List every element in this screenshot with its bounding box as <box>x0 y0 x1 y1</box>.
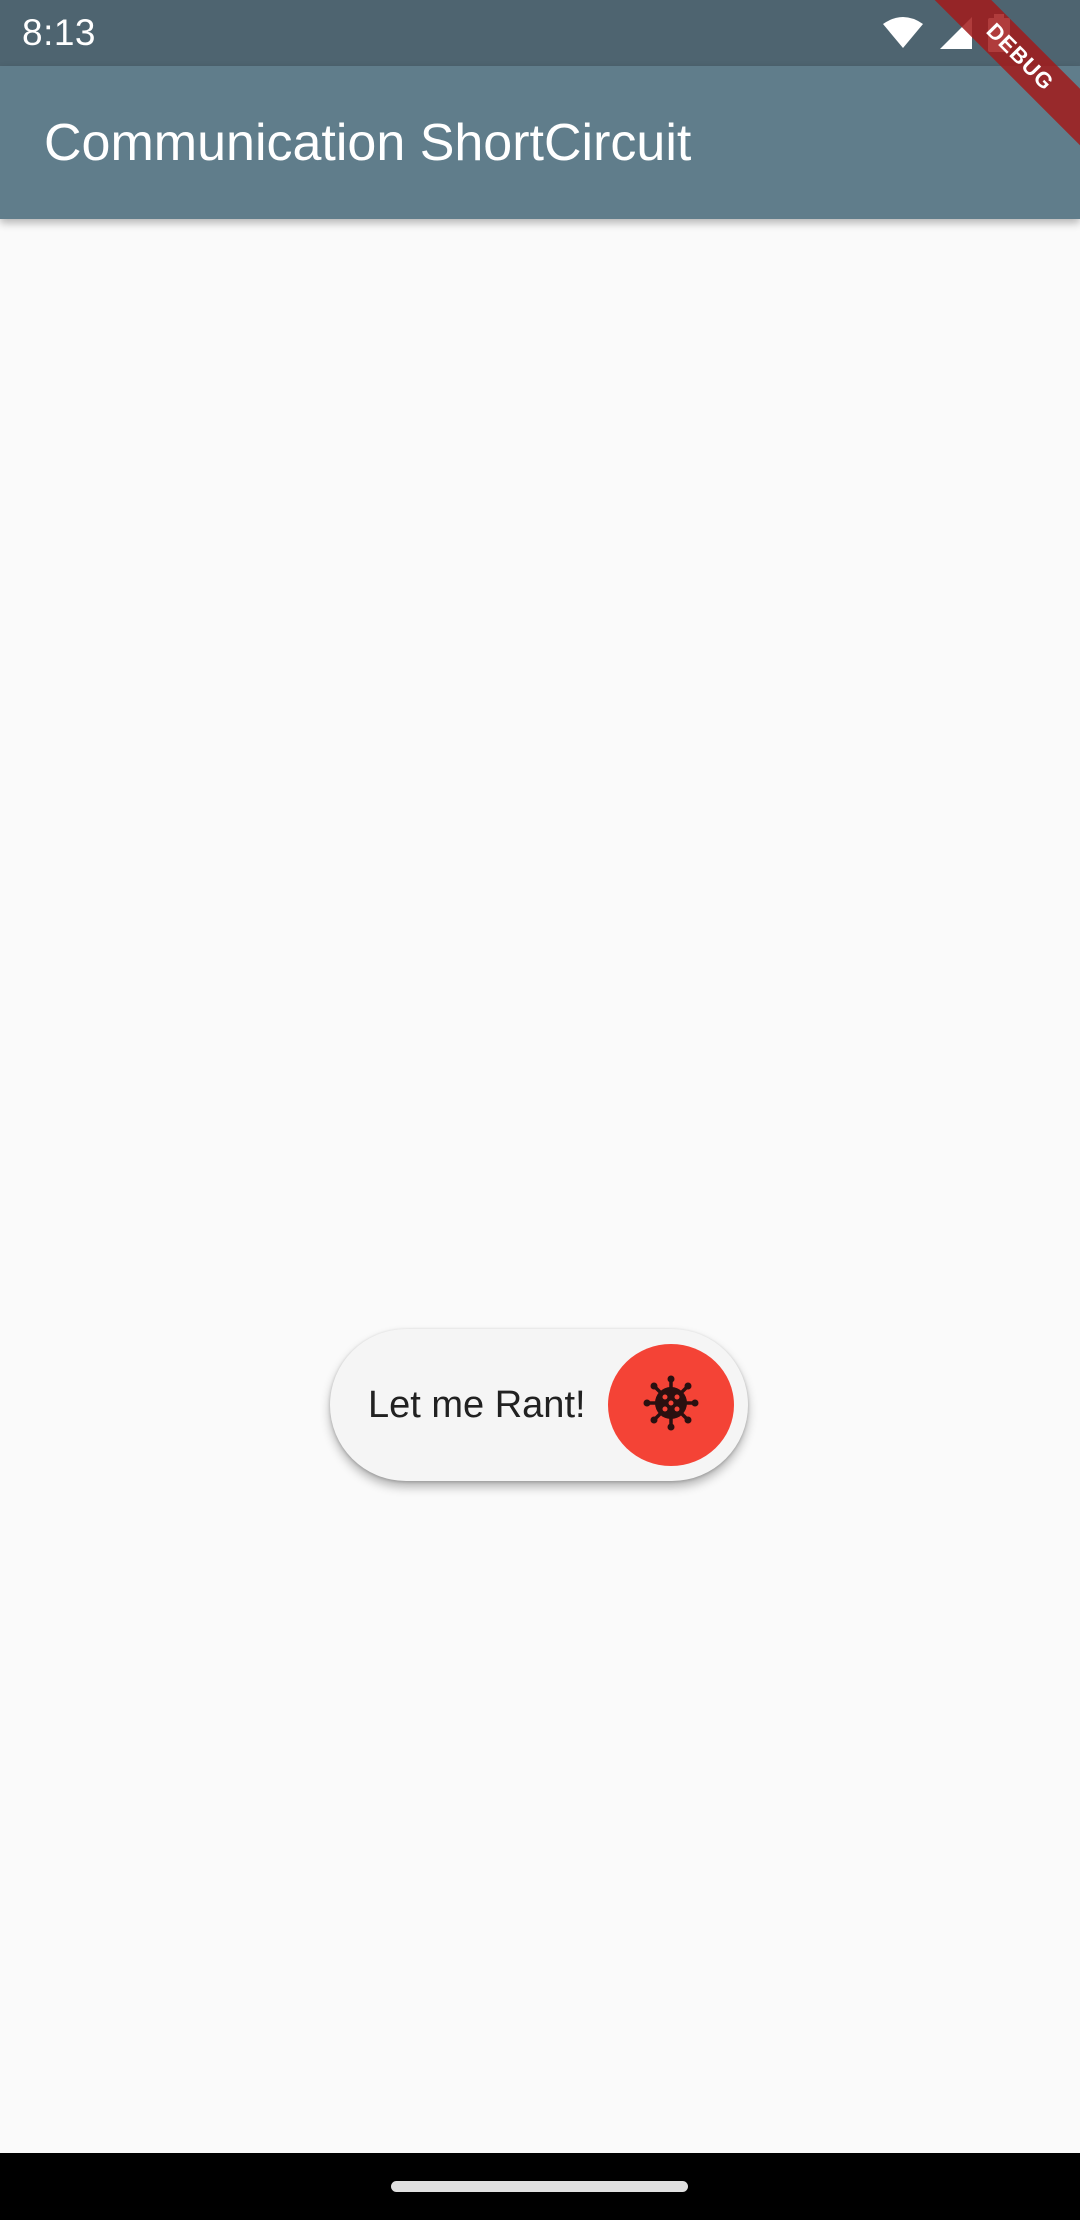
let-me-rant-button[interactable]: Let me Rant! <box>330 1329 748 1481</box>
let-me-rant-label: Let me Rant! <box>368 1384 586 1426</box>
battery-icon <box>988 14 1010 52</box>
app-title: Communication ShortCircuit <box>44 114 692 172</box>
status-bar: 8:13 <box>0 0 1080 66</box>
app-bar: Communication ShortCircuit <box>0 66 1080 219</box>
wifi-icon <box>882 16 924 50</box>
cellular-signal-icon <box>938 15 974 51</box>
status-time: 8:13 <box>22 12 97 53</box>
system-nav-bar <box>0 2153 1080 2220</box>
home-indicator[interactable] <box>391 2181 688 2192</box>
virus-icon <box>643 1375 699 1436</box>
status-icons <box>882 14 1010 52</box>
app-screen: 8:13 DEBUG Communication ShortCircuit Le… <box>0 0 1080 2220</box>
main-content: Let me Rant! <box>0 219 1080 2153</box>
rant-icon-button[interactable] <box>608 1344 734 1466</box>
